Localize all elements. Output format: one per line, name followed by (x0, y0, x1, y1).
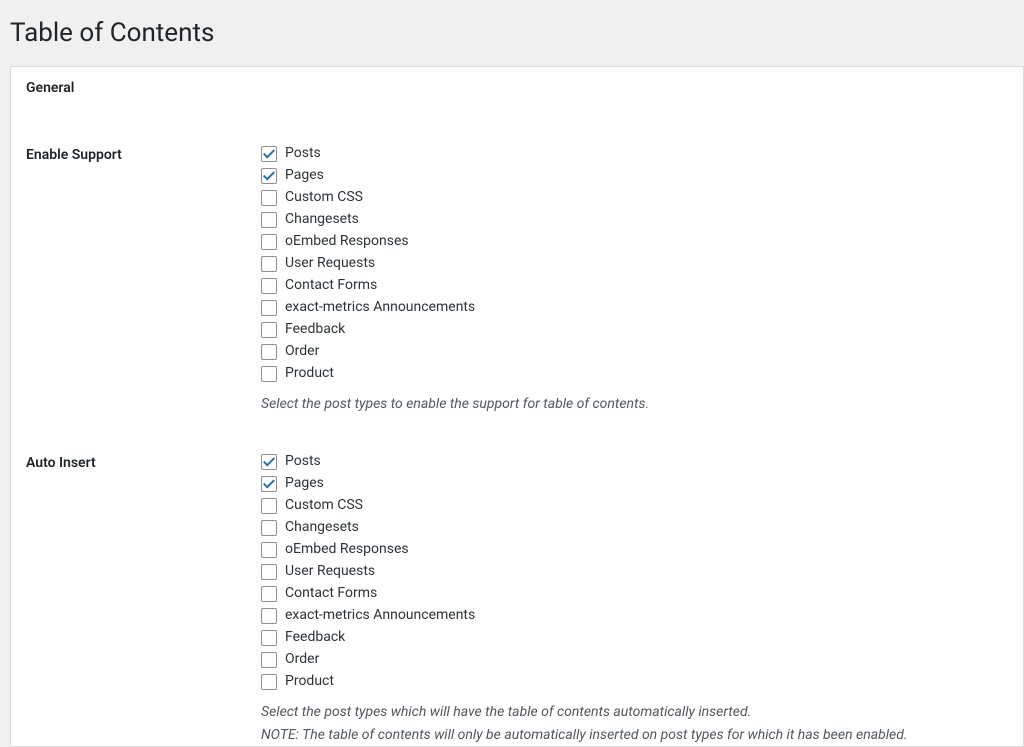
checkbox-input[interactable] (261, 652, 277, 668)
checkbox-item: Order (261, 341, 1013, 362)
checkbox-label[interactable]: exact-metrics Announcements (285, 605, 475, 626)
row-enable-support: Enable Support PostsPagesCustom CSSChang… (11, 107, 1023, 415)
enable-support-description: Select the post types to enable the supp… (261, 394, 1013, 415)
settings-form-table: Enable Support PostsPagesCustom CSSChang… (11, 107, 1023, 746)
checkbox-label[interactable]: User Requests (285, 253, 375, 274)
checkbox-item: Changesets (261, 517, 1013, 538)
checkbox-label[interactable]: Contact Forms (285, 583, 377, 604)
checkbox-item: Feedback (261, 319, 1013, 340)
checkbox-input[interactable] (261, 212, 277, 228)
checkbox-item: Contact Forms (261, 583, 1013, 604)
checkbox-item: Product (261, 671, 1013, 692)
auto-insert-description: Select the post types which will have th… (261, 702, 1013, 723)
checkbox-item: Product (261, 363, 1013, 384)
section-title: General (26, 80, 74, 96)
checkbox-label[interactable]: Pages (285, 165, 324, 186)
checkbox-item: Contact Forms (261, 275, 1013, 296)
checkbox-label[interactable]: oEmbed Responses (285, 539, 409, 560)
checkbox-label[interactable]: Posts (285, 143, 321, 164)
checkbox-input[interactable] (261, 630, 277, 646)
checkbox-item: Pages (261, 165, 1013, 186)
auto-insert-note: NOTE: The table of contents will only be… (261, 725, 1013, 746)
row-auto-insert: Auto Insert PostsPagesCustom CSSChangese… (11, 415, 1023, 746)
checkbox-item: Pages (261, 473, 1013, 494)
checkbox-label[interactable]: Contact Forms (285, 275, 377, 296)
checkbox-label[interactable]: exact-metrics Announcements (285, 297, 475, 318)
checkbox-label[interactable]: Feedback (285, 627, 345, 648)
label-enable-support: Enable Support (11, 107, 251, 415)
checkbox-item: Order (261, 649, 1013, 670)
checkbox-input[interactable] (261, 344, 277, 360)
checkbox-input[interactable] (261, 278, 277, 294)
checkbox-label[interactable]: User Requests (285, 561, 375, 582)
checkbox-input[interactable] (261, 234, 277, 250)
checkbox-input[interactable] (261, 256, 277, 272)
checkbox-input[interactable] (261, 608, 277, 624)
checkbox-input[interactable] (261, 564, 277, 580)
checkbox-label[interactable]: Order (285, 341, 319, 362)
checkbox-label[interactable]: Order (285, 649, 319, 670)
field-auto-insert: PostsPagesCustom CSSChangesetsoEmbed Res… (251, 415, 1023, 746)
checkbox-item: exact-metrics Announcements (261, 605, 1013, 626)
checkbox-item: Changesets (261, 209, 1013, 230)
checkbox-input[interactable] (261, 190, 277, 206)
enable-support-checkbox-list: PostsPagesCustom CSSChangesetsoEmbed Res… (261, 143, 1013, 384)
checkbox-item: User Requests (261, 561, 1013, 582)
checkbox-label[interactable]: Custom CSS (285, 187, 363, 208)
checkbox-item: Feedback (261, 627, 1013, 648)
checkbox-input[interactable] (261, 300, 277, 316)
settings-panel: General Enable Support PostsPagesCustom … (10, 66, 1024, 747)
checkbox-item: exact-metrics Announcements (261, 297, 1013, 318)
checkbox-input[interactable] (261, 498, 277, 514)
checkbox-label[interactable]: Feedback (285, 319, 345, 340)
page-header: Table of Contents (0, 0, 1024, 66)
checkbox-input[interactable] (261, 674, 277, 690)
checkbox-label[interactable]: Custom CSS (285, 495, 363, 516)
checkbox-item: Posts (261, 451, 1013, 472)
checkbox-input[interactable] (261, 454, 277, 470)
checkbox-input[interactable] (261, 542, 277, 558)
checkbox-input[interactable] (261, 146, 277, 162)
checkbox-label[interactable]: oEmbed Responses (285, 231, 409, 252)
checkbox-label[interactable]: Pages (285, 473, 324, 494)
checkbox-item: Custom CSS (261, 495, 1013, 516)
checkbox-item: oEmbed Responses (261, 539, 1013, 560)
checkbox-item: Posts (261, 143, 1013, 164)
checkbox-input[interactable] (261, 520, 277, 536)
checkbox-input[interactable] (261, 586, 277, 602)
checkbox-item: User Requests (261, 253, 1013, 274)
page-title: Table of Contents (10, 18, 1014, 48)
checkbox-label[interactable]: Posts (285, 451, 321, 472)
section-header-general: General (11, 67, 1023, 107)
checkbox-input[interactable] (261, 322, 277, 338)
checkbox-item: oEmbed Responses (261, 231, 1013, 252)
label-auto-insert: Auto Insert (11, 415, 251, 746)
auto-insert-checkbox-list: PostsPagesCustom CSSChangesetsoEmbed Res… (261, 451, 1013, 692)
checkbox-label[interactable]: Changesets (285, 517, 359, 538)
checkbox-label[interactable]: Product (285, 671, 334, 692)
checkbox-label[interactable]: Changesets (285, 209, 359, 230)
checkbox-input[interactable] (261, 366, 277, 382)
checkbox-input[interactable] (261, 476, 277, 492)
field-enable-support: PostsPagesCustom CSSChangesetsoEmbed Res… (251, 107, 1023, 415)
checkbox-label[interactable]: Product (285, 363, 334, 384)
checkbox-item: Custom CSS (261, 187, 1013, 208)
checkbox-input[interactable] (261, 168, 277, 184)
